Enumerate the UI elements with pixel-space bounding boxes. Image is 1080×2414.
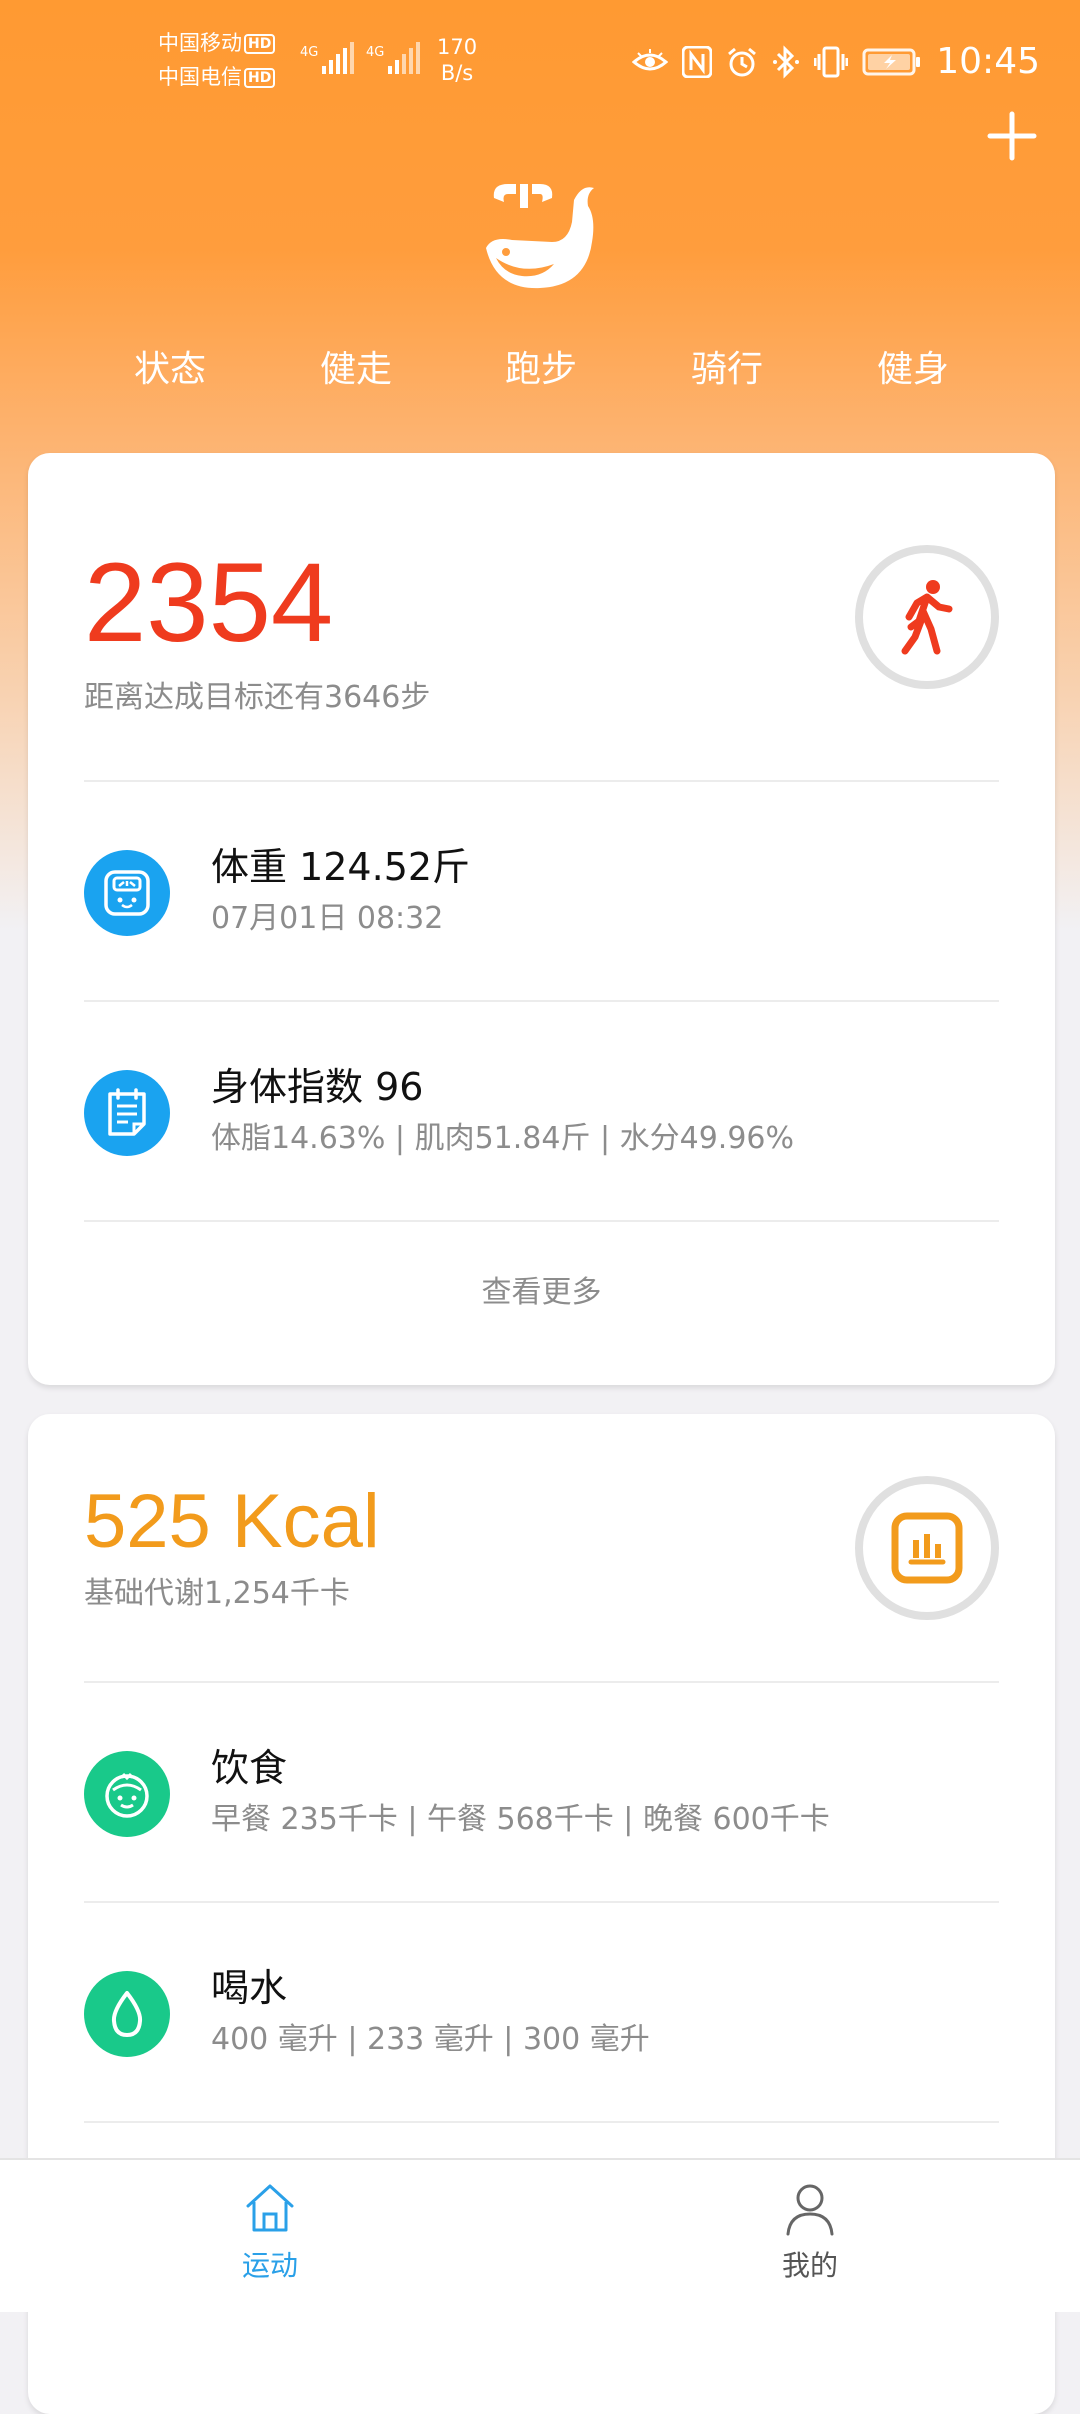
bottom-navigation: 运动 我的 [0,2158,1080,2312]
hd-badge: HD [244,68,276,88]
user-icon [786,2184,834,2236]
bluetooth-icon [773,45,800,79]
battery-charging-icon [862,48,921,76]
water-title: 喝水 [211,1966,288,2010]
weight-timestamp: 07月01日 08:32 [211,901,444,936]
water-drop-icon [111,1991,143,2037]
network-speed: 170 B/s [437,34,477,86]
diet-title: 饮食 [211,1746,288,1790]
alarm-icon [728,47,757,77]
nfc-icon [682,46,713,78]
network-type-1: 4G [300,45,318,60]
walking-ring[interactable] [855,545,999,689]
weight-title: 体重 124.52斤 [211,845,471,889]
carrier-2: 中国电信 HD [158,64,276,90]
divider [84,1681,999,1683]
nav-label-sport: 运动 [241,2249,298,2282]
eye-icon [632,49,669,71]
water-details: 400 毫升 | 233 毫升 | 300 毫升 [211,2022,650,2057]
whale-logo [486,184,594,289]
tab-cycling[interactable]: 骑行 [657,340,797,400]
tab-fitness[interactable]: 健身 [843,340,983,400]
divider [84,1000,999,1002]
step-count: 2354 [84,540,334,665]
food-icon-badge [84,1751,170,1837]
nav-item-me[interactable]: 我的 [730,2180,890,2284]
carrier-1: 中国移动 HD [158,30,276,56]
walking-person-icon [901,580,953,655]
network-type-2: 4G [366,45,384,60]
carrier-2-name: 中国电信 [158,65,242,89]
divider [84,2121,999,2123]
hd-badge: HD [244,34,276,54]
home-icon [246,2184,294,2232]
speed-unit: B/s [440,61,474,85]
tab-walking[interactable]: 健走 [286,340,426,400]
tab-running[interactable]: 跑步 [471,340,611,400]
goal-remaining-text: 距离达成目标还有3646步 [84,680,431,715]
nav-label-me: 我的 [781,2249,838,2282]
water-icon-badge [84,1971,170,2057]
bar-chart-icon [891,1512,963,1584]
calorie-ring[interactable] [855,1476,999,1620]
view-more-link[interactable]: 查看更多 [28,1273,1055,1313]
vibrate-icon [814,46,849,78]
tab-status[interactable]: 状态 [100,340,240,400]
body-index-title: 身体指数 96 [211,1065,424,1109]
divider [84,1901,999,1903]
diet-details: 早餐 235千卡 | 午餐 568千卡 | 晚餐 600千卡 [211,1802,830,1837]
speed-value: 170 [437,35,478,59]
report-icon-badge [84,1070,170,1156]
kcal-value: 525 Kcal [84,1479,380,1564]
signal-2-icon: 4G [366,42,420,74]
divider [84,1220,999,1222]
bmr-text: 基础代谢1,254千卡 [84,1576,350,1611]
category-tabs: 状态 健走 跑步 骑行 健身 [0,340,1080,400]
scale-icon [104,870,150,916]
food-icon [105,1772,149,1818]
clock: 10:45 [936,41,1040,82]
signal-1-icon: 4G [300,42,354,74]
status-icons: 10:45 [632,42,1040,82]
nav-item-sport[interactable]: 运动 [190,2180,350,2284]
steps-card[interactable]: 2354 距离达成目标还有3646步 体重 124.52斤 07月01日 08:… [28,453,1055,1385]
body-index-details: 体脂14.63% | 肌肉51.84斤 | 水分49.96% [211,1121,795,1156]
carrier-1-name: 中国移动 [158,31,242,55]
scale-icon-badge [84,850,170,936]
report-icon [108,1088,146,1136]
status-bar: 中国移动 HD 中国电信 HD 4G 4G 170 B/s 10:45 [0,0,1080,120]
divider [84,780,999,782]
plus-icon[interactable] [986,110,1038,162]
